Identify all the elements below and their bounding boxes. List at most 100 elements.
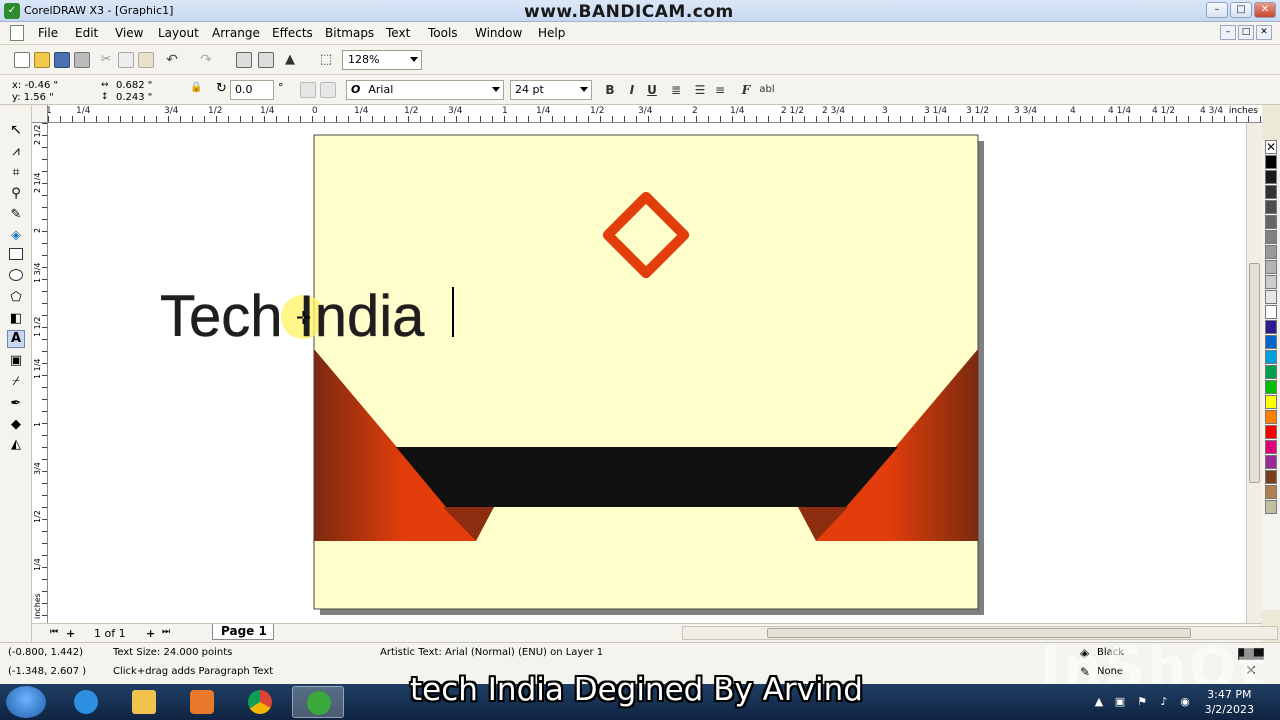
color-swatch[interactable] — [1265, 410, 1277, 424]
vertical-ruler[interactable]: 2 1/2 2 1/4 2 1 3/4 1 1/2 1 1/4 1 3/4 1/… — [32, 123, 48, 623]
color-swatch[interactable] — [1265, 320, 1277, 334]
color-swatch[interactable] — [1265, 335, 1277, 349]
outline-tool-icon[interactable]: ✒ — [7, 395, 25, 413]
import-icon[interactable] — [236, 52, 252, 68]
zoom-tool-icon[interactable]: ⚲ — [7, 185, 25, 203]
color-swatch[interactable] — [1265, 290, 1277, 304]
menu-bitmaps[interactable]: Bitmaps — [325, 26, 374, 40]
color-swatch[interactable] — [1265, 395, 1277, 409]
close-button[interactable]: ✕ — [1254, 2, 1276, 18]
new-document-icon[interactable] — [14, 52, 30, 68]
font-list-dropdown[interactable]: O Arial — [346, 80, 504, 100]
basic-shapes-tool-icon[interactable]: ◧ — [7, 310, 25, 328]
y-position-field[interactable]: y: 1.56 " — [12, 92, 54, 103]
menu-effects[interactable]: Effects — [272, 26, 313, 40]
menu-view[interactable]: View — [115, 26, 143, 40]
menu-window[interactable]: Window — [475, 26, 522, 40]
redo-icon[interactable]: ↷ — [198, 52, 214, 68]
color-swatch[interactable] — [1265, 155, 1277, 169]
taskbar-chrome[interactable] — [234, 686, 286, 718]
document-icon[interactable] — [10, 25, 24, 41]
shape-tool-icon[interactable]: ⩘ — [7, 143, 25, 161]
color-swatch[interactable] — [1265, 170, 1277, 184]
taskbar-coreldraw[interactable] — [292, 686, 344, 718]
menu-arrange[interactable]: Arrange — [212, 26, 260, 40]
menu-layout[interactable]: Layout — [158, 26, 199, 40]
color-swatch[interactable] — [1265, 200, 1277, 214]
undo-icon[interactable]: ↶ — [164, 52, 180, 68]
character-formatting-button[interactable]: F — [738, 82, 754, 98]
bullet-list-icon[interactable]: ☰ — [692, 82, 708, 98]
vertical-scrollbar[interactable] — [1246, 123, 1262, 623]
x-position-field[interactable]: x: -0.46 " — [12, 80, 58, 91]
bold-button[interactable]: B — [602, 82, 618, 98]
flag-icon[interactable]: ⚑ — [1135, 695, 1149, 709]
maximize-button[interactable]: □ — [1230, 2, 1252, 18]
open-icon[interactable] — [34, 52, 50, 68]
mirror-vertical-icon[interactable] — [320, 82, 336, 98]
doc-restore-button[interactable]: □ — [1238, 25, 1254, 40]
polygon-tool-icon[interactable]: ⬠ — [7, 289, 25, 307]
network-icon[interactable]: ▣ — [1113, 695, 1127, 709]
taskbar-media-player[interactable] — [176, 686, 228, 718]
coreldraw-app-icon[interactable]: ✓ — [4, 3, 20, 19]
color-swatch[interactable] — [1265, 215, 1277, 229]
color-swatch[interactable] — [1265, 485, 1277, 499]
volume-icon[interactable]: ♪ — [1157, 695, 1171, 709]
print-icon[interactable] — [74, 52, 90, 68]
fill-tool-icon[interactable]: ◆ — [7, 416, 25, 434]
crop-tool-icon[interactable]: ⌗ — [7, 164, 25, 182]
menu-edit[interactable]: Edit — [75, 26, 98, 40]
pick-tool-icon[interactable]: ↖ — [7, 121, 25, 139]
underline-button[interactable]: U — [644, 82, 660, 98]
page-tab[interactable]: Page 1 — [212, 624, 274, 640]
tech-india-text[interactable]: Tech India — [160, 284, 426, 350]
color-swatch[interactable] — [1265, 500, 1277, 514]
eyedropper-tool-icon[interactable]: ⌿ — [7, 373, 25, 391]
zoom-level-dropdown[interactable]: 128% — [342, 50, 422, 70]
smart-fill-tool-icon[interactable]: ◈ — [7, 227, 25, 245]
vertical-scroll-thumb[interactable] — [1249, 263, 1260, 483]
color-swatch[interactable] — [1265, 380, 1277, 394]
drop-cap-icon[interactable]: ≡ — [712, 82, 728, 98]
font-size-dropdown[interactable]: 24 pt — [510, 80, 592, 100]
color-swatch[interactable] — [1265, 245, 1277, 259]
ruler-origin[interactable] — [32, 105, 48, 123]
doc-minimize-button[interactable]: – — [1220, 25, 1236, 40]
italic-button[interactable]: I — [624, 82, 640, 98]
color-swatch[interactable] — [1265, 455, 1277, 469]
menu-help[interactable]: Help — [538, 26, 565, 40]
start-button[interactable] — [6, 686, 46, 718]
color-swatch[interactable] — [1265, 440, 1277, 454]
menu-text[interactable]: Text — [386, 26, 410, 40]
color-swatch[interactable] — [1265, 230, 1277, 244]
no-color-swatch[interactable]: ✕ — [1265, 140, 1277, 154]
menu-file[interactable]: File — [38, 26, 58, 40]
first-page-icon[interactable]: ⏮ — [50, 627, 58, 637]
rotation-field[interactable]: 0.0 — [230, 80, 274, 100]
last-page-icon[interactable]: ⏭ — [162, 627, 170, 637]
minimize-button[interactable]: – — [1206, 2, 1228, 18]
cut-icon[interactable]: ✂ — [98, 52, 114, 68]
taskbar-file-explorer[interactable] — [118, 686, 170, 718]
add-page-after-icon[interactable]: + — [146, 627, 155, 640]
taskbar-internet-explorer[interactable] — [60, 686, 112, 718]
text-tool-icon[interactable]: A — [7, 330, 25, 348]
application-launcher-icon[interactable]: ▲ — [282, 52, 298, 68]
width-field[interactable]: 0.682 " — [116, 80, 152, 91]
interactive-fill-tool-icon[interactable]: ◭ — [7, 436, 25, 454]
save-icon[interactable] — [54, 52, 70, 68]
lock-ratio-icon[interactable]: 🔒 — [190, 82, 202, 93]
color-swatch[interactable] — [1265, 275, 1277, 289]
color-swatch[interactable] — [1265, 185, 1277, 199]
color-swatch[interactable] — [1265, 365, 1277, 379]
rectangle-tool-icon[interactable] — [9, 248, 23, 260]
dark-band-shape[interactable] — [396, 447, 898, 507]
horizontal-align-icon[interactable]: ≣ — [668, 82, 684, 98]
horizontal-ruler[interactable]: 1 1/4 3/4 1/2 1/4 0 1/4 1/2 3/4 1 1/4 1/… — [48, 105, 1262, 123]
welcome-screen-icon[interactable]: ⬚ — [318, 52, 334, 68]
freehand-tool-icon[interactable]: ✎ — [7, 206, 25, 224]
interactive-blend-tool-icon[interactable]: ▣ — [7, 352, 25, 370]
paste-icon[interactable] — [138, 52, 154, 68]
show-hidden-icons[interactable]: ▲ — [1092, 695, 1106, 709]
